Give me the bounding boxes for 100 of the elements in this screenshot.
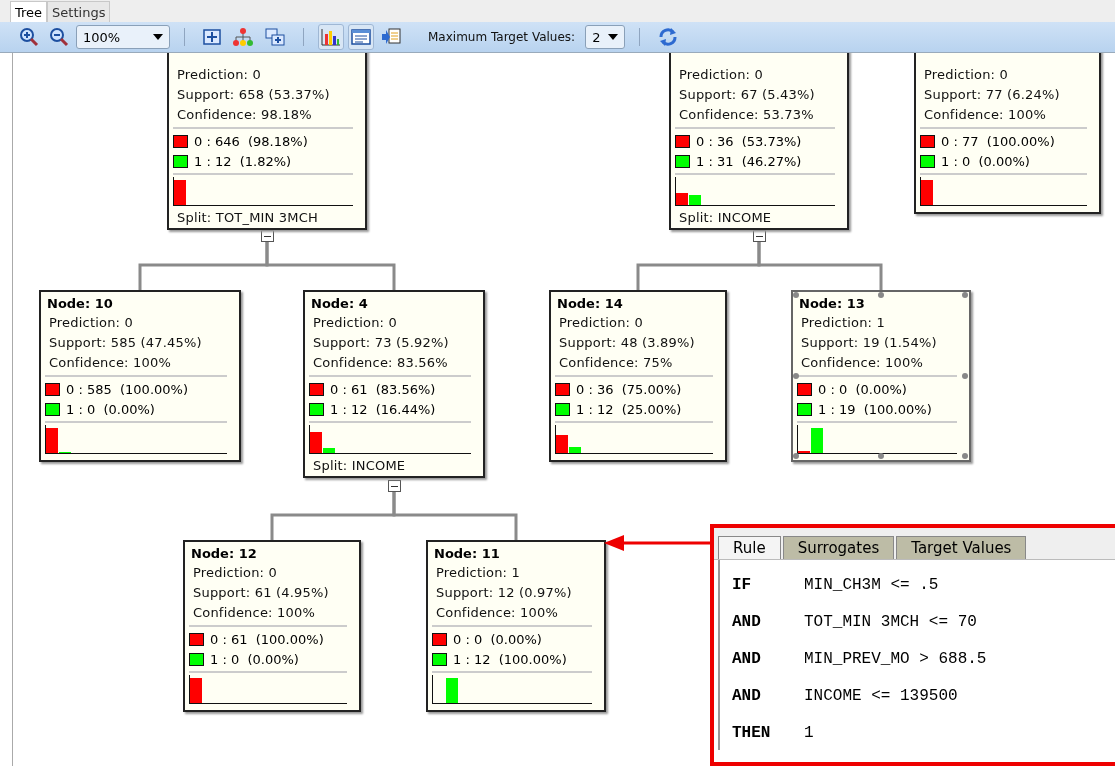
prediction-text: Prediction: 0 bbox=[558, 314, 644, 332]
split-text: Split: TOT_MIN 3MCH bbox=[176, 209, 319, 227]
rule-keyword: AND bbox=[732, 686, 762, 705]
class-count: 0 : 585 (100.00%) bbox=[66, 381, 188, 397]
dropdown[interactable]: 100% bbox=[76, 25, 170, 49]
support-text: Support: 658 (53.37%) bbox=[176, 86, 331, 104]
rule-keyword: AND bbox=[732, 649, 762, 668]
view-tab[interactable]: Tree bbox=[10, 1, 48, 22]
prediction-text: Prediction: 0 bbox=[48, 314, 134, 332]
histogram-bar bbox=[676, 193, 688, 205]
support-text: Support: 12 (0.97%) bbox=[435, 584, 573, 602]
class-count: 0 : 36 (75.00%) bbox=[576, 381, 682, 397]
resize-handle[interactable] bbox=[962, 372, 968, 379]
histogram-bar bbox=[921, 180, 933, 205]
caret-icon bbox=[608, 34, 619, 40]
confidence-text: Confidence: 98.18% bbox=[176, 106, 313, 124]
tree-node[interactable]: Prediction: 0 Support: 77 (6.24%) Confidence: 100% 0 : 77 (100.00%) 1 : 0 (0.00%) bbox=[914, 53, 1101, 214]
resize-handle[interactable] bbox=[962, 292, 968, 298]
prediction-text: Prediction: 1 bbox=[435, 564, 521, 582]
histogram-bar bbox=[446, 678, 458, 703]
class-count: 1 : 19 (100.00%) bbox=[818, 401, 932, 417]
split-text: Split: INCOME bbox=[312, 457, 407, 475]
tree-node[interactable]: Node: 4 Prediction: 0 Support: 73 (5.92%) Confidence: 83.56% 0 : 61 (83.56%) 1 : 12 (16.44%) Split: INCOME bbox=[303, 290, 485, 478]
dropdown[interactable]: 2 bbox=[585, 25, 626, 49]
rule-condition: TOT_MIN 3MCH <= 70 bbox=[804, 612, 977, 631]
panel-tab[interactable]: Target Values bbox=[896, 536, 1027, 559]
rule-condition: MIN_PREV_MO > 688.5 bbox=[804, 649, 987, 668]
prediction-text: Prediction: 0 bbox=[678, 66, 764, 84]
rule-keyword: THEN bbox=[732, 723, 772, 742]
node-title: Node: 4 bbox=[310, 295, 369, 313]
tree-node[interactable]: Prediction: 0 Support: 67 (5.43%) Confidence: 53.73% 0 : 36 (53.73%) 1 : 31 (46.27%) Split: INCOME bbox=[669, 53, 849, 230]
prediction-text: Prediction: 1 bbox=[800, 314, 886, 332]
confidence-text: Confidence: 53.73% bbox=[678, 106, 815, 124]
confidence-text: Confidence: 100% bbox=[800, 354, 924, 372]
class-count: 0 : 61 (100.00%) bbox=[210, 631, 324, 647]
node-title: Node: 13 bbox=[798, 295, 866, 313]
node-title: Node: 10 bbox=[46, 295, 114, 313]
class-count: 1 : 0 (0.00%) bbox=[210, 651, 299, 667]
collapse-toggle[interactable] bbox=[261, 230, 274, 242]
class-count: 1 : 12 (1.82%) bbox=[194, 153, 292, 169]
confidence-text: Confidence: 100% bbox=[48, 354, 172, 372]
class-count: 0 : 77 (100.00%) bbox=[941, 133, 1055, 149]
tree-node[interactable]: Node: 14 Prediction: 0 Support: 48 (3.89%) Confidence: 75% 0 : 36 (75.00%) 1 : 12 (25.00%) bbox=[549, 290, 727, 462]
prediction-text: Prediction: 0 bbox=[312, 314, 398, 332]
prediction-text: Prediction: 0 bbox=[192, 564, 278, 582]
tree-node[interactable]: Node: 13 Prediction: 1 Support: 19 (1.54%) Confidence: 100% 0 : 0 (0.00%) 1 : 19 (100.00%) bbox=[791, 290, 971, 462]
panel-icon[interactable] bbox=[348, 24, 374, 50]
caret-icon bbox=[153, 34, 163, 40]
support-text: Support: 67 (5.43%) bbox=[678, 86, 816, 104]
class-count: 0 : 61 (83.56%) bbox=[330, 381, 436, 397]
class-count: 1 : 12 (100.00%) bbox=[453, 651, 567, 667]
class-count: 1 : 0 (0.00%) bbox=[66, 401, 155, 417]
confidence-text: Confidence: 100% bbox=[923, 106, 1047, 124]
collapse-toggle[interactable] bbox=[388, 480, 401, 492]
prediction-text: Prediction: 0 bbox=[923, 66, 1009, 84]
class-count: 0 : 0 (0.00%) bbox=[453, 631, 542, 647]
node-title: Node: 11 bbox=[433, 545, 501, 563]
node-title: Node: 12 bbox=[190, 545, 258, 563]
panel-tab[interactable]: Rule bbox=[718, 536, 781, 559]
tree-node[interactable]: Node: 12 Prediction: 0 Support: 61 (4.95%) Confidence: 100% 0 : 61 (100.00%) 1 : 0 (0.00%) bbox=[183, 540, 361, 712]
resize-handle[interactable] bbox=[877, 292, 884, 298]
class-count: 0 : 646 (98.18%) bbox=[194, 133, 308, 149]
max-target-label: Maximum Target Values: bbox=[428, 30, 576, 44]
rule-condition: MIN_CH3M <= .5 bbox=[804, 575, 939, 594]
class-count: 0 : 36 (53.73%) bbox=[696, 133, 802, 149]
class-count: 1 : 12 (16.44%) bbox=[330, 401, 436, 417]
class-count: 1 : 0 (0.00%) bbox=[941, 153, 1030, 169]
support-text: Support: 19 (1.54%) bbox=[800, 334, 938, 352]
tree-node[interactable]: Prediction: 0 Support: 658 (53.37%) Confidence: 98.18% 0 : 646 (98.18%) 1 : 12 (1.82%) Split: TOT_MIN 3MCH bbox=[167, 53, 367, 230]
support-text: Support: 73 (5.92%) bbox=[312, 334, 450, 352]
resize-handle[interactable] bbox=[793, 292, 799, 298]
rule-condition: 1 bbox=[804, 723, 814, 742]
panel-tab[interactable]: Surrogates bbox=[782, 536, 895, 559]
rule-keyword: AND bbox=[732, 612, 762, 631]
node-title: Node: 14 bbox=[556, 295, 624, 313]
confidence-text: Confidence: 100% bbox=[192, 604, 316, 622]
confidence-text: Confidence: 75% bbox=[558, 354, 674, 372]
histogram-bar bbox=[689, 195, 701, 205]
class-count: 0 : 0 (0.00%) bbox=[818, 381, 907, 397]
bar-chart-icon[interactable] bbox=[318, 24, 344, 50]
support-text: Support: 585 (47.45%) bbox=[48, 334, 203, 352]
histogram-bar bbox=[174, 180, 186, 205]
support-text: Support: 48 (3.89%) bbox=[558, 334, 696, 352]
support-text: Support: 61 (4.95%) bbox=[192, 584, 330, 602]
collapse-toggle[interactable] bbox=[753, 230, 766, 242]
split-text: Split: INCOME bbox=[678, 209, 773, 227]
resize-handle[interactable] bbox=[793, 453, 799, 459]
tree-node[interactable]: Node: 10 Prediction: 0 Support: 585 (47.45%) Confidence: 100% 0 : 585 (100.00%) 1 : 0 (0.00%) bbox=[39, 290, 241, 462]
prediction-text: Prediction: 0 bbox=[176, 66, 262, 84]
confidence-text: Confidence: 83.56% bbox=[312, 354, 449, 372]
histogram-bar bbox=[190, 678, 202, 703]
resize-handle[interactable] bbox=[877, 453, 884, 459]
view-tab[interactable]: Settings bbox=[47, 1, 111, 22]
class-count: 1 : 31 (46.27%) bbox=[696, 153, 802, 169]
class-count: 1 : 12 (25.00%) bbox=[576, 401, 682, 417]
support-text: Support: 77 (6.24%) bbox=[923, 86, 1061, 104]
resize-handle[interactable] bbox=[793, 372, 799, 379]
tree-node[interactable]: Node: 11 Prediction: 1 Support: 12 (0.97%) Confidence: 100% 0 : 0 (0.00%) 1 : 12 (100.00%) bbox=[426, 540, 606, 712]
confidence-text: Confidence: 100% bbox=[435, 604, 559, 622]
resize-handle[interactable] bbox=[962, 453, 968, 459]
